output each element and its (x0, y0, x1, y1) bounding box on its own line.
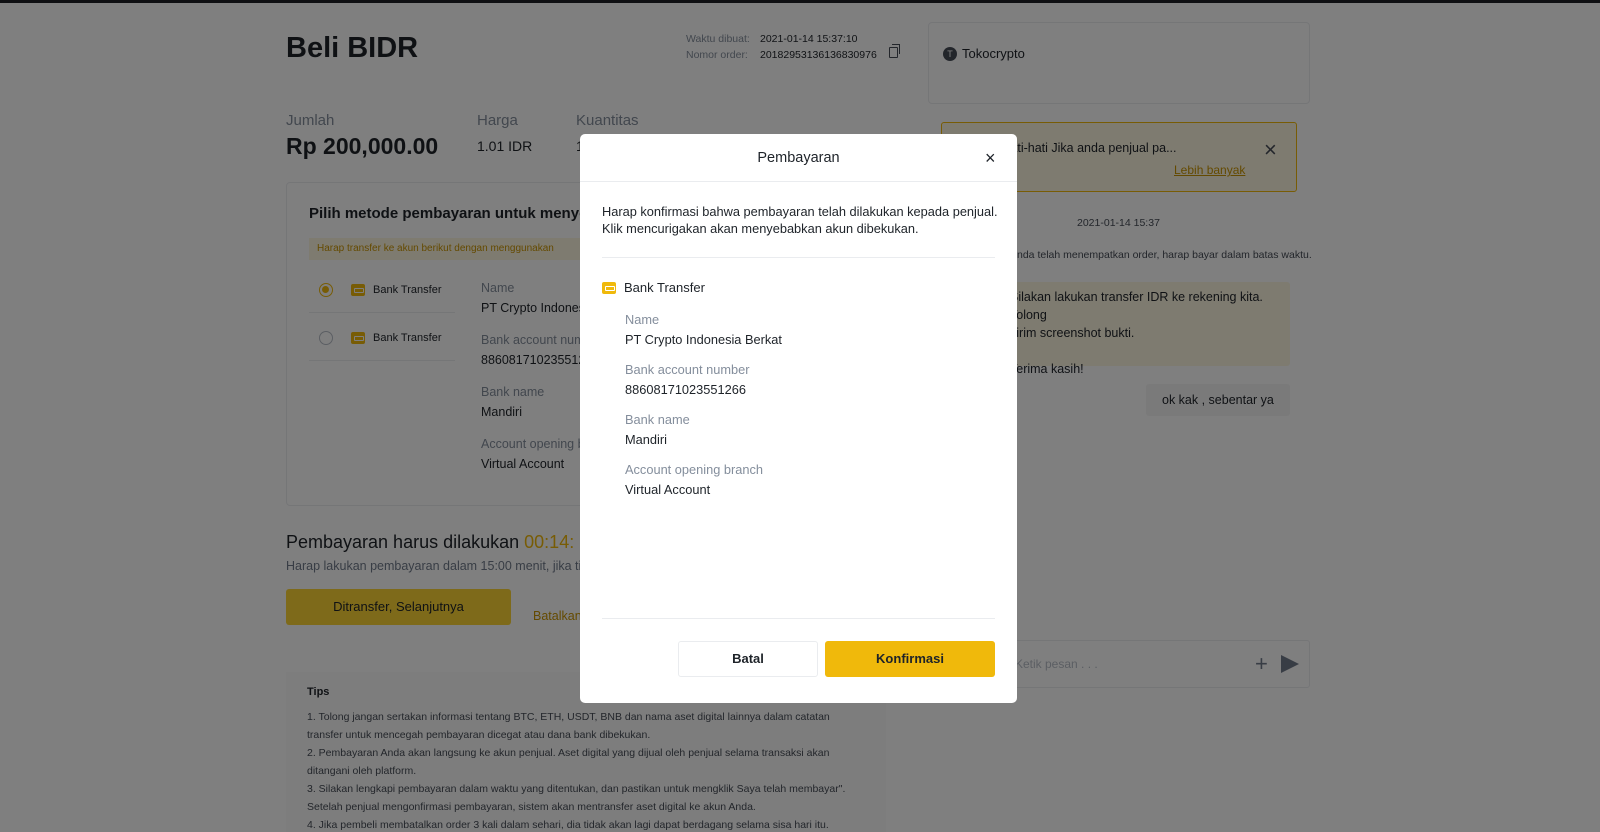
modal-message: Harap konfirmasi bahwa pembayaran telah … (602, 204, 998, 236)
divider (602, 257, 995, 258)
field-key: Bank account number (625, 362, 750, 377)
cancel-button[interactable]: Batal (678, 641, 818, 677)
modal-field-branch: Account opening branch Virtual Account (625, 462, 763, 497)
close-icon[interactable]: × (985, 148, 996, 169)
field-key: Bank name (625, 412, 690, 427)
modal-payment-method: Bank Transfer (602, 280, 705, 295)
field-value: Virtual Account (625, 482, 711, 497)
field-key: Account opening branch (625, 462, 764, 477)
field-value: 88608171023551266 (625, 382, 746, 397)
modal-field-name: Name PT Crypto Indonesia Berkat (625, 312, 782, 347)
payment-confirm-modal: Pembayaran × Harap konfirmasi bahwa pemb… (580, 134, 1017, 703)
field-value: Mandiri (625, 432, 667, 447)
confirm-button[interactable]: Konfirmasi (825, 641, 995, 677)
divider (602, 618, 995, 619)
modal-method-label: Bank Transfer (624, 280, 705, 295)
modal-title: Pembayaran (757, 150, 840, 166)
modal-header: Pembayaran × (580, 134, 1017, 182)
bank-card-icon (602, 281, 616, 294)
modal-field-bank: Bank name Mandiri (625, 412, 690, 447)
field-key: Name (625, 312, 660, 327)
field-value: PT Crypto Indonesia Berkat (625, 332, 782, 347)
modal-field-account: Bank account number 88608171023551266 (625, 362, 750, 397)
